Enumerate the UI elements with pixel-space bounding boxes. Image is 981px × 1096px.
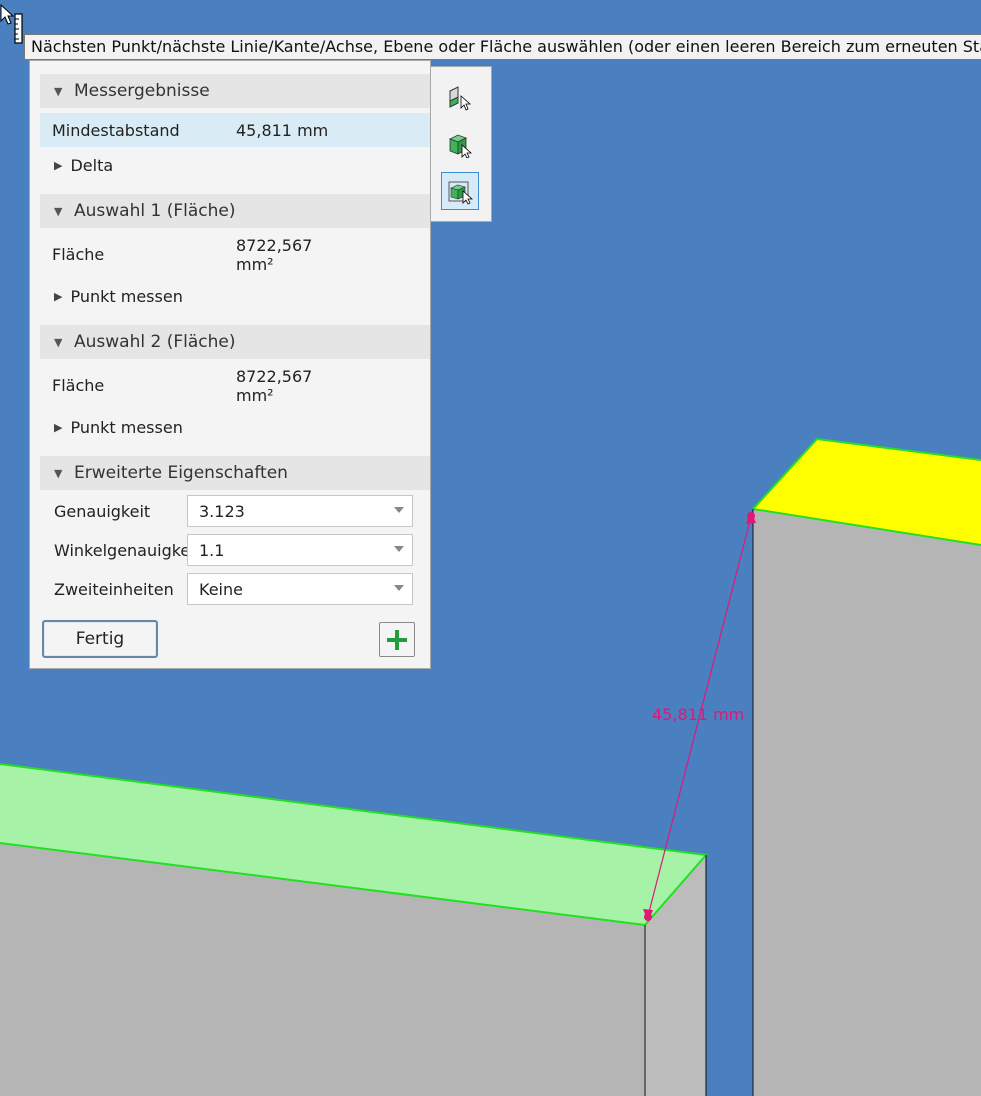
collapse-triangle-icon: ▼ <box>54 335 63 349</box>
expand-triangle-icon: ▶ <box>54 159 63 172</box>
dual-units-label: Zweiteinheiten <box>54 580 174 599</box>
dropdown-arrow-icon <box>394 546 404 552</box>
precision-select[interactable]: 3.123 <box>187 495 413 527</box>
advanced-section-header[interactable]: ▼ Erweiterte Eigenschaften <box>40 456 430 490</box>
expand-triangle-icon: ▶ <box>54 421 63 434</box>
dropdown-arrow-icon <box>394 507 404 513</box>
select-face-icon <box>449 134 473 158</box>
dropdown-arrow-icon <box>394 585 404 591</box>
measure-point-2 <box>747 512 755 520</box>
selection2-measure-point-expander[interactable]: ▶ Punkt messen <box>54 418 183 437</box>
right-body-side-face <box>753 509 981 1096</box>
results-section-header[interactable]: ▼ Messergebnisse <box>40 74 430 108</box>
min-distance-row: Mindestabstand 45,811 mm <box>40 113 430 147</box>
precision-label: Genauigkeit <box>54 502 151 521</box>
selection2-area-label: Fläche <box>52 376 105 395</box>
selection1-section-header[interactable]: ▼ Auswahl 1 (Fläche) <box>40 194 430 228</box>
min-distance-value: 45,811 mm <box>236 120 329 140</box>
measure-point-1 <box>644 913 652 921</box>
angular-precision-select[interactable]: 1.1 <box>187 534 413 566</box>
selection2-area-value: 8722,567 mm² <box>236 367 313 405</box>
done-button[interactable]: Fertig <box>42 620 158 658</box>
dual-units-select[interactable]: Keine <box>187 573 413 605</box>
measure-panel: ▼ Messergebnisse Mindestabstand 45,811 m… <box>29 60 431 669</box>
selection1-measure-point-expander[interactable]: ▶ Punkt messen <box>54 287 183 306</box>
select-face-button[interactable] <box>441 125 479 163</box>
collapse-triangle-icon: ▼ <box>54 84 63 98</box>
plus-icon <box>387 629 407 650</box>
expand-triangle-icon: ▶ <box>54 290 63 303</box>
add-measurement-button[interactable] <box>379 622 415 657</box>
delta-expander[interactable]: ▶ Delta <box>54 156 113 175</box>
selection1-area-row: Fläche 8722,567 mm² <box>40 235 430 275</box>
collapse-triangle-icon: ▼ <box>54 204 63 218</box>
collapse-triangle-icon: ▼ <box>54 466 63 480</box>
selection1-area-label: Fläche <box>52 245 105 264</box>
dimension-value-label: 45,811 mm <box>652 705 745 724</box>
selection2-area-row: Fläche 8722,567 mm² <box>40 366 430 406</box>
min-distance-label: Mindestabstand <box>52 120 180 140</box>
selection1-area-value: 8722,567 mm² <box>236 236 313 274</box>
select-edge-button[interactable] <box>441 78 479 116</box>
angular-precision-label: Winkelgenauigkeit <box>54 541 201 560</box>
selection2-section-header[interactable]: ▼ Auswahl 2 (Fläche) <box>40 325 430 359</box>
select-edge-icon <box>449 86 472 111</box>
select-body-button[interactable] <box>441 172 479 210</box>
select-body-icon <box>448 181 474 205</box>
selection-hint-tooltip: Nächsten Punkt/nächste Linie/Kante/Achse… <box>24 34 981 60</box>
selection-filter-toolbar <box>431 66 492 222</box>
